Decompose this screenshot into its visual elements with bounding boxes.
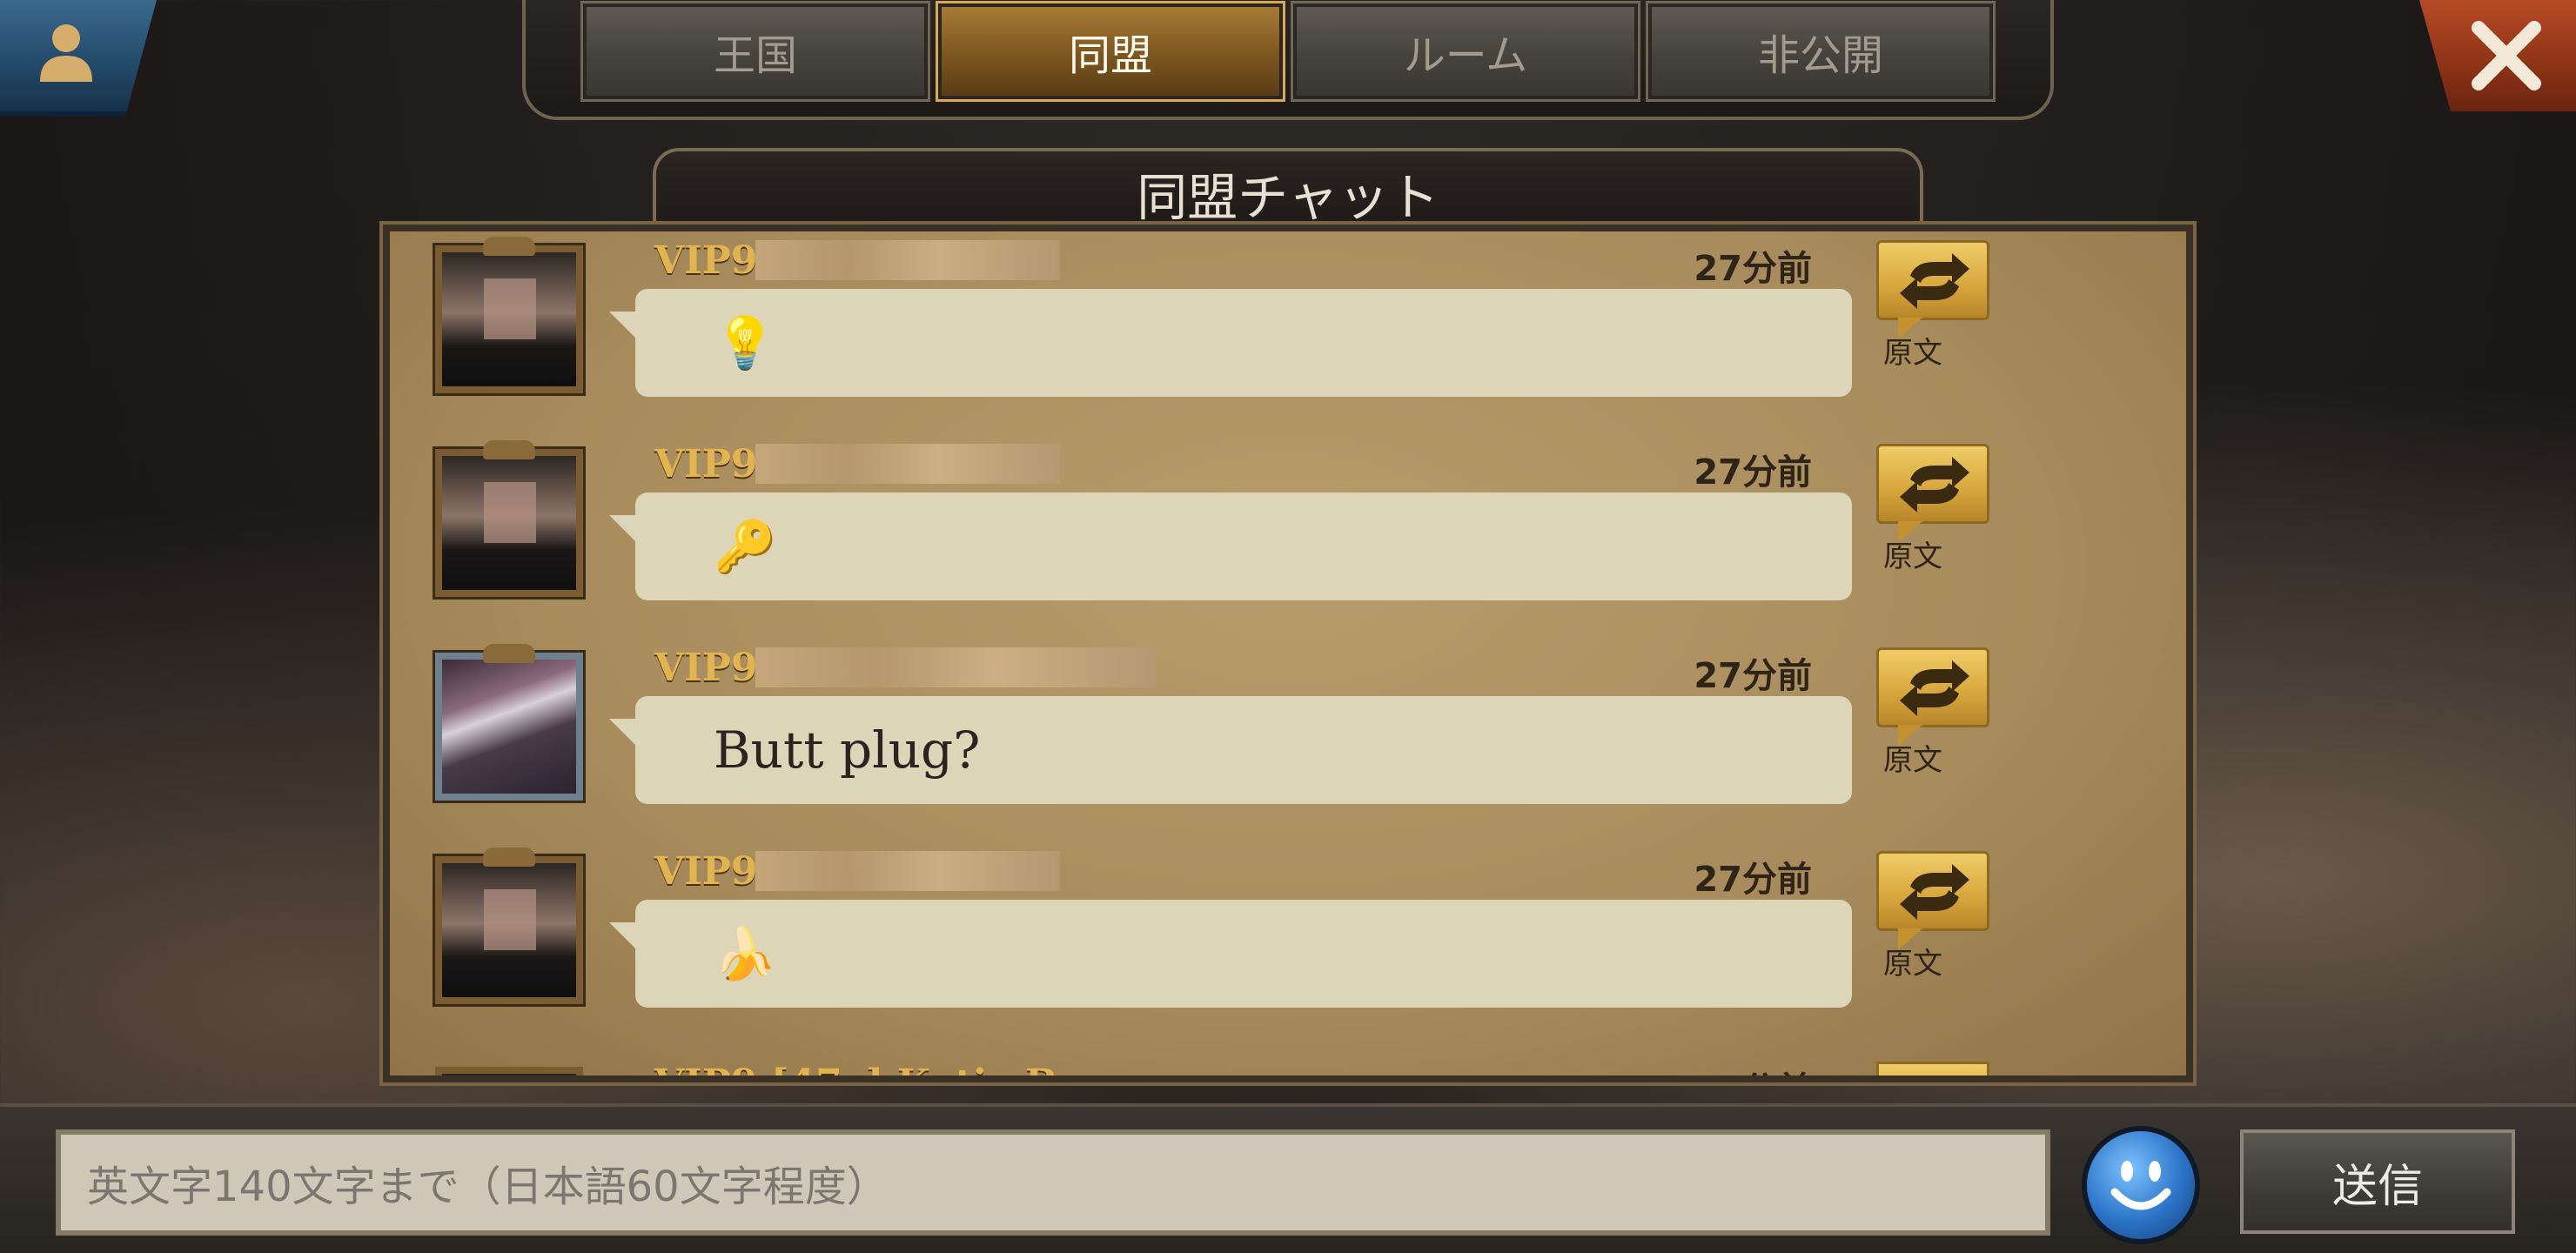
vip-badge: VIP9 [654, 442, 758, 486]
tab-alliance[interactable]: 同盟 [936, 1, 1285, 102]
input-bar: 英文字140文字まで（日本語60文字程度） 送信 [0, 1103, 2576, 1253]
avatar[interactable] [433, 237, 586, 396]
avatar[interactable] [435, 1067, 583, 1075]
tab-room[interactable]: ルーム [1291, 1, 1640, 102]
username-blurred [755, 444, 1060, 484]
profile-button[interactable] [0, 0, 157, 117]
translate-button[interactable] [1876, 851, 1989, 949]
username-blurred [755, 240, 1060, 280]
message-time: 27分前 [1694, 860, 1812, 900]
message-header: VIP9 [47c] Katie Bear [654, 1062, 1127, 1075]
message-bubble: 🔑 [609, 492, 1852, 600]
chat-message-partial: VIP9 [47c] Katie Bear 27分前 [390, 1049, 2186, 1075]
username-blurred [755, 851, 1060, 891]
message-time: 27分前 [1694, 249, 1812, 289]
translate-button[interactable] [1876, 444, 1989, 542]
tab-bar: 王国 同盟 ルーム 非公開 [522, 0, 2054, 120]
translate-arrows-icon [1900, 457, 1969, 513]
translate-button[interactable] [1876, 1062, 1989, 1075]
message-content: 💡 [714, 312, 777, 372]
message-content: 🍌 [714, 923, 777, 983]
message-bubble: 💡 [609, 289, 1852, 397]
send-button[interactable]: 送信 [2240, 1129, 2515, 1234]
message-content: Butt plug? [714, 720, 981, 780]
translate-arrows-icon [1900, 864, 1969, 920]
vip-badge: VIP9 [654, 238, 758, 283]
chat-message: VIP9 27分前 Butt plug? 原文 [390, 639, 2186, 842]
user-icon [40, 24, 92, 82]
translate-label[interactable]: 原文 [1883, 329, 1942, 372]
message-content: 🔑 [714, 516, 777, 576]
avatar[interactable] [433, 848, 586, 1007]
message-time: 27分前 [1694, 452, 1812, 492]
smiley-icon [2110, 1161, 2171, 1210]
translate-label[interactable]: 原文 [1883, 940, 1942, 982]
chat-message: VIP9 27分前 🔑 原文 [390, 435, 2186, 639]
translate-arrows-icon [1900, 660, 1969, 716]
message-time: 27分前 [1694, 1062, 1812, 1075]
vip-badge: VIP9 [654, 849, 758, 894]
translate-button[interactable] [1876, 647, 1989, 746]
chat-message: VIP9 27分前 🍌 原文 [390, 842, 2186, 1046]
message-time: 27分前 [1694, 656, 1812, 696]
tab-kingdom[interactable]: 王国 [580, 1, 930, 102]
translate-label[interactable]: 原文 [1883, 533, 1942, 575]
chat-message: VIP9 27分前 💡 原文 [390, 231, 2186, 435]
message-bubble: 🍌 [609, 900, 1852, 1008]
close-button[interactable] [2419, 0, 2576, 111]
chat-panel[interactable]: VIP9 27分前 💡 原文 VIP9 27分前 🔑 原文 VIP9 27分前 … [379, 221, 2197, 1086]
message-input[interactable]: 英文字140文字まで（日本語60文字程度） [56, 1129, 2050, 1236]
emoji-button[interactable] [2082, 1126, 2200, 1244]
username-blurred [755, 647, 1156, 687]
chat-title: 同盟チャット [653, 148, 1923, 235]
vip-badge: VIP9 [654, 646, 758, 690]
translate-label[interactable]: 原文 [1883, 736, 1942, 779]
close-icon [2472, 21, 2541, 90]
avatar[interactable] [433, 644, 586, 803]
translate-button[interactable] [1876, 240, 1989, 338]
tab-private[interactable]: 非公開 [1646, 1, 1996, 102]
translate-arrows-icon [1900, 253, 1969, 309]
message-bubble: Butt plug? [609, 696, 1852, 804]
avatar[interactable] [433, 440, 586, 600]
